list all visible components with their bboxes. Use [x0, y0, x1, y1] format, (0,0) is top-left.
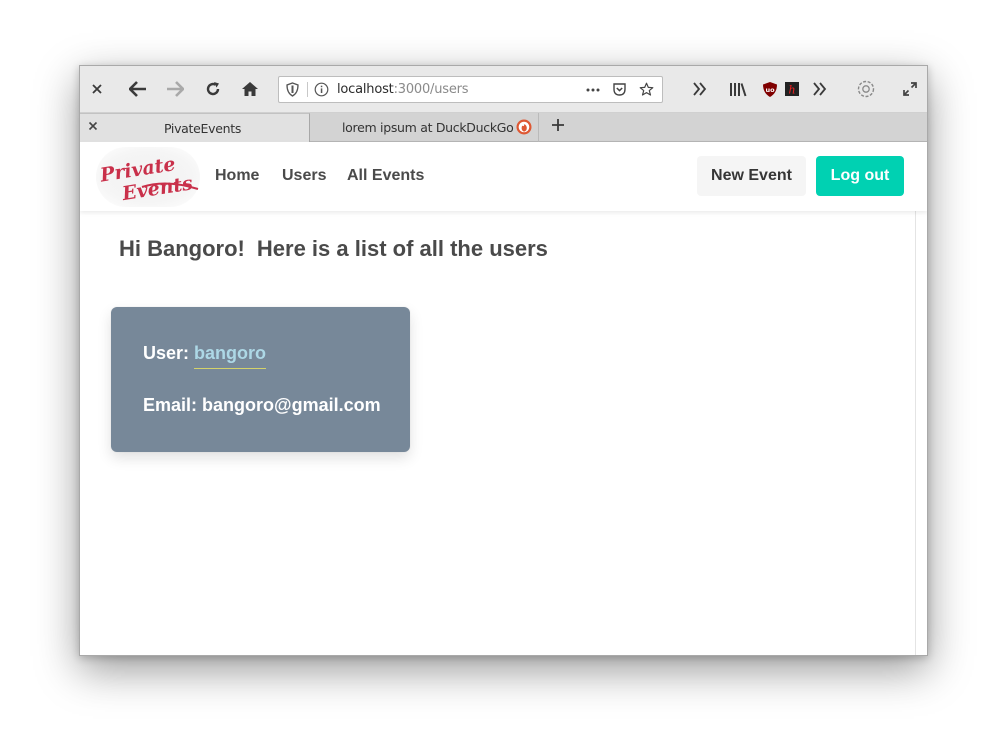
- pocket-icon[interactable]: [612, 82, 627, 102]
- browser-toolbar: localhost:3000/users uo h: [80, 66, 927, 113]
- url-separator: [307, 82, 308, 97]
- nav-link-users[interactable]: Users: [282, 167, 326, 185]
- email-label: Email:: [143, 395, 198, 415]
- url-text[interactable]: localhost:3000/users: [337, 82, 469, 97]
- chevron-double-right-icon[interactable]: [808, 77, 832, 101]
- library-icon[interactable]: [726, 77, 750, 101]
- page-title: Hi Bangoro! Here is a list of all the use…: [119, 236, 548, 262]
- user-card: User: bangoro Email: bangoro@gmail.com: [111, 307, 410, 452]
- home-icon[interactable]: [238, 77, 262, 101]
- close-icon[interactable]: [85, 77, 109, 101]
- tracking-shield-icon[interactable]: [286, 82, 299, 102]
- private-events-logo[interactable]: Private Events: [94, 149, 204, 205]
- plus-icon[interactable]: [551, 116, 565, 137]
- tab-pivateevents[interactable]: PivateEvents: [80, 113, 310, 142]
- forward-arrow-icon[interactable]: [163, 77, 187, 101]
- reload-icon[interactable]: [201, 77, 225, 101]
- svg-text:uo: uo: [765, 86, 775, 94]
- url-bar[interactable]: localhost:3000/users: [278, 76, 663, 103]
- ellipsis-icon[interactable]: [585, 82, 601, 102]
- greeting-name: Hi Bangoro!: [119, 236, 245, 261]
- new-event-button[interactable]: New Event: [697, 156, 806, 196]
- back-arrow-icon[interactable]: [126, 77, 150, 101]
- user-label: User:: [143, 343, 190, 363]
- star-icon[interactable]: [639, 82, 654, 102]
- chevron-double-right-icon[interactable]: [688, 77, 712, 101]
- greeting-subtitle: Here is a list of all the users: [256, 236, 548, 261]
- tab-duckduckgo[interactable]: lorem ipsum at DuckDuckGo: [311, 113, 539, 142]
- info-icon[interactable]: [314, 82, 329, 102]
- email-value: bangoro@gmail.com: [202, 395, 381, 415]
- h-extension-icon[interactable]: h: [780, 77, 804, 101]
- nav-link-home[interactable]: Home: [215, 167, 259, 185]
- duckduckgo-icon: [516, 119, 532, 138]
- email-row: Email: bangoro@gmail.com: [143, 395, 381, 416]
- user-row: User: bangoro: [143, 343, 267, 369]
- browser-window: localhost:3000/users uo h PivateEvents l…: [79, 65, 928, 656]
- gear-icon[interactable]: [854, 77, 878, 101]
- log-out-button[interactable]: Log out: [816, 156, 904, 196]
- tab-label: lorem ipsum at DuckDuckGo: [342, 120, 514, 135]
- tab-strip: PivateEvents lorem ipsum at DuckDuckGo: [80, 113, 927, 142]
- page-content: Private Events Home Users All Events New…: [80, 142, 927, 655]
- expand-icon[interactable]: [898, 77, 922, 101]
- nav-link-all-events[interactable]: All Events: [347, 167, 424, 185]
- username-link[interactable]: bangoro: [194, 343, 267, 369]
- site-navbar: Private Events Home Users All Events New…: [80, 142, 927, 211]
- tab-label: PivateEvents: [163, 121, 242, 136]
- svg-text:h: h: [788, 84, 795, 97]
- scrollbar-track[interactable]: [915, 142, 916, 655]
- ublock-icon[interactable]: uo: [758, 77, 782, 101]
